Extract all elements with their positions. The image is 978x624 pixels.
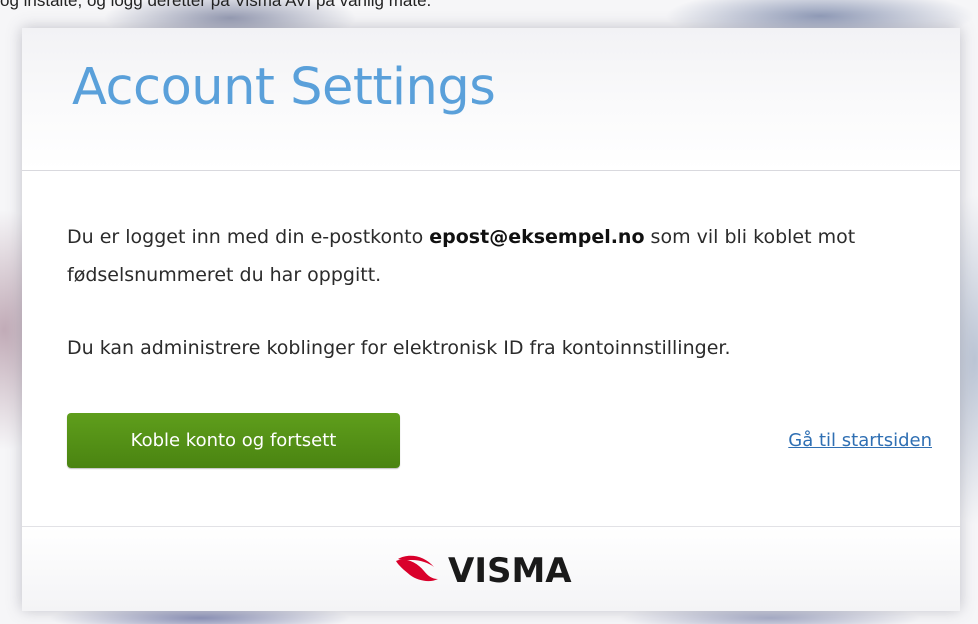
manage-links-message: Du kan administrere koblinger for elektr…: [67, 337, 731, 359]
page-title: Account Settings: [72, 58, 496, 117]
account-settings-dialog: Account Settings Du er logget inn med di…: [22, 28, 960, 611]
visma-logo: VISMA: [394, 549, 590, 589]
go-to-startpage-link[interactable]: Gå til startsiden: [788, 430, 932, 451]
link-account-continue-button[interactable]: Koble konto og fortsett: [67, 413, 400, 468]
background-page-text: og instalte, og logg deretter på Visma A…: [0, 0, 432, 10]
dialog-body: Du er logget inn med din e-postkonto epo…: [67, 218, 947, 367]
visma-logo-icon: VISMA: [396, 551, 572, 589]
dialog-header: Account Settings: [22, 28, 960, 171]
account-link-message: Du er logget inn med din e-postkonto epo…: [67, 218, 947, 294]
dialog-footer: VISMA: [22, 526, 960, 611]
message-prefix: Du er logget inn med din e-postkonto: [67, 226, 430, 248]
email-address: epost@eksempel.no: [429, 226, 645, 248]
visma-wordmark: VISMA: [448, 551, 572, 589]
